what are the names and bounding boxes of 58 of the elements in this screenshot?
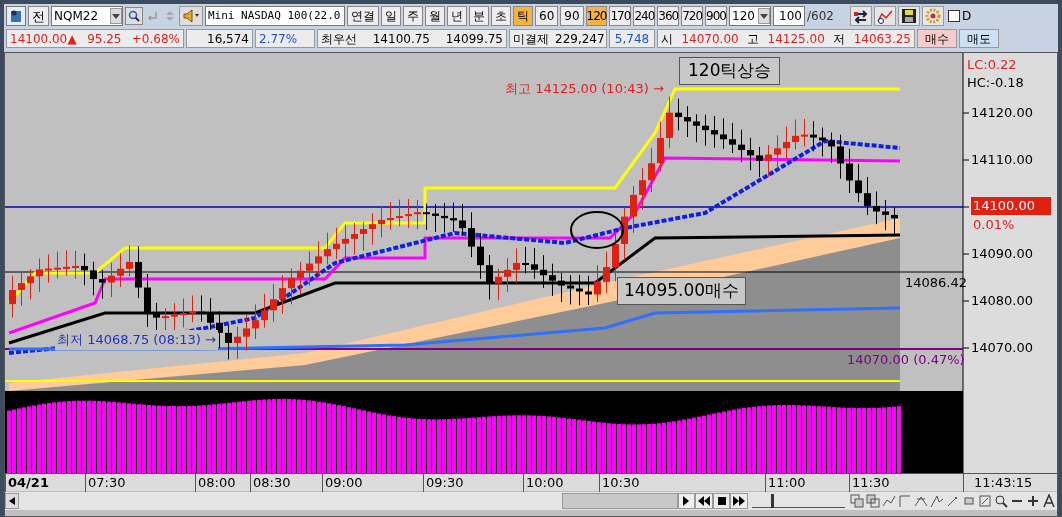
high-price: 14125.00 <box>767 30 825 48</box>
period-tab[interactable]: 주 <box>403 6 423 26</box>
low-price: 14063.25 <box>853 30 911 48</box>
current-percent: 0.01% <box>973 216 1015 234</box>
change-percent: +0.68% <box>131 30 180 48</box>
low-note: 최저 14068.75 (08:13) → <box>55 330 218 350</box>
volume-percent: 2.77% <box>259 30 298 48</box>
period-tab[interactable]: 360 <box>657 6 680 26</box>
sell-button[interactable]: 매도 <box>959 29 999 48</box>
period-tab[interactable]: 초 <box>491 6 511 26</box>
name-field: Mini NASDAQ 100(22.0 <box>205 6 345 26</box>
total-count: /602 <box>807 8 834 25</box>
period-tab[interactable]: 년 <box>447 6 467 26</box>
period-tab[interactable]: 틱 <box>513 6 533 26</box>
interval-field[interactable]: 120 <box>729 6 771 26</box>
price-axis-label: 14070.00 <box>971 340 1034 356</box>
period-tab[interactable]: 일 <box>381 6 401 26</box>
period-tab[interactable]: 60 <box>535 6 559 26</box>
period-tab[interactable]: 240 <box>633 6 656 26</box>
price-axis-label: 14120.00 <box>971 105 1034 121</box>
buy-button[interactable]: 매수 <box>917 29 957 48</box>
open-interest-change: 5,748 <box>614 30 650 48</box>
period-tab[interactable]: 170 <box>609 6 632 26</box>
level-value: 14086.42 <box>905 274 968 292</box>
price-axis-label: 14110.00 <box>971 152 1034 168</box>
ask-price: 14100.75 <box>372 30 430 48</box>
open-interest-label: 미결제 <box>513 30 549 48</box>
price-value: 14100.00 <box>10 30 68 48</box>
signal-label: 120틱상승 <box>679 57 781 85</box>
symbol-field[interactable]: NQM22 <box>51 6 123 26</box>
low-label: 저 <box>833 30 846 48</box>
buy-signal-label: 14095.00매수 <box>617 277 747 305</box>
period-tab[interactable]: 분 <box>469 6 489 26</box>
bid-price: 14099.75 <box>445 30 503 48</box>
period-tab[interactable]: 월 <box>425 6 445 26</box>
checkbox-label: D <box>961 8 972 25</box>
open-price: 14070.00 <box>681 30 739 48</box>
current-price-tag: 14100.00 <box>971 197 1051 215</box>
hc-value: HC:-0.18 <box>967 74 1024 92</box>
period-tab[interactable]: 720 <box>681 6 704 26</box>
period-tab[interactable]: 90 <box>560 6 584 26</box>
high-note: 최고 14125.00 (10:43) → <box>505 80 664 98</box>
lc-value: LC:0.22 <box>967 56 1017 74</box>
open-label: 시 <box>661 30 673 48</box>
change-value: 95.25 <box>87 30 122 48</box>
period-tab[interactable]: 연결 <box>347 6 379 26</box>
count-field[interactable]: 100 <box>773 6 805 26</box>
open-interest-value: 229,247 <box>555 30 605 48</box>
period-tab[interactable]: 120 <box>585 6 608 26</box>
price-axis-label: 14090.00 <box>971 246 1034 262</box>
high-label: 고 <box>747 30 760 48</box>
best-price-label: 최우선 <box>321 30 357 48</box>
open-line-label: 14070.00 (0.47%) <box>847 351 965 369</box>
up-arrow-icon: ▲ <box>67 29 77 48</box>
price-axis-label: 14080.00 <box>971 293 1034 309</box>
period-tab[interactable]: 900 <box>705 6 727 26</box>
volume-value: 16,574 <box>207 30 249 48</box>
market-button[interactable]: 전 <box>28 6 49 26</box>
